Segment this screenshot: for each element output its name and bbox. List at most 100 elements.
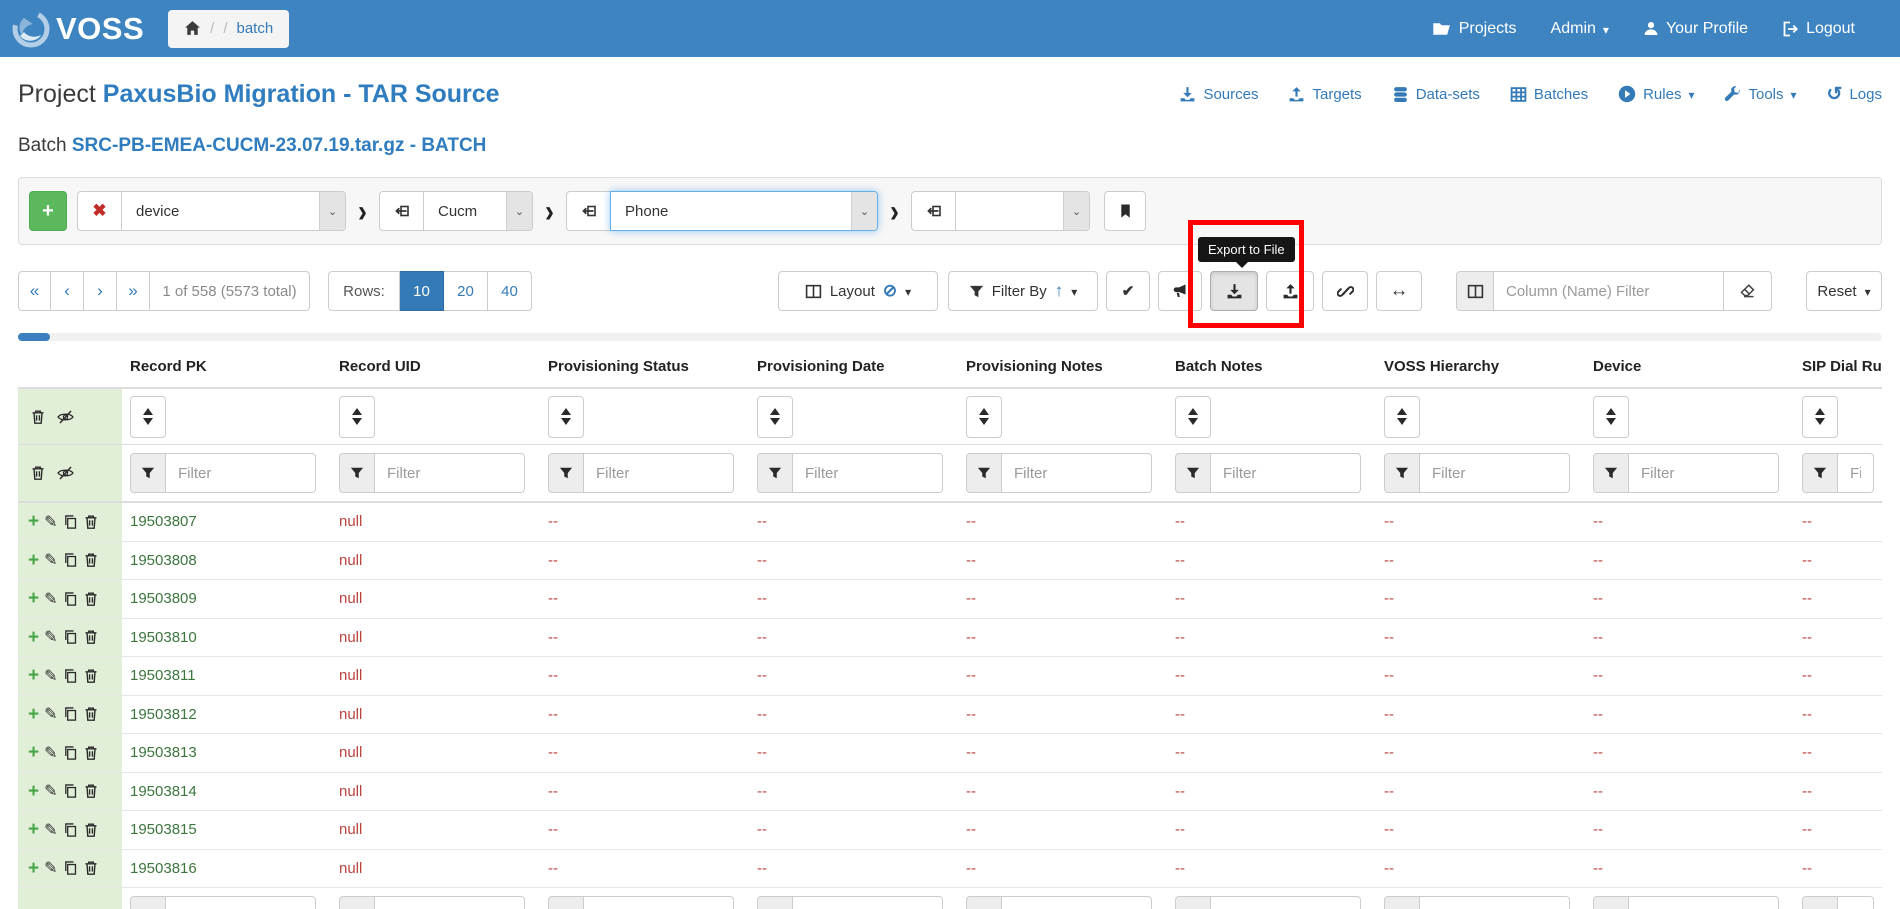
hide-column-icon[interactable] [56,465,75,481]
hide-column-icon[interactable] [56,409,75,425]
funnel-icon[interactable] [339,896,375,909]
delete-column-icon[interactable] [30,409,46,425]
column-header[interactable]: Provisioning Notes [958,358,1167,375]
first-page-button[interactable]: « [18,271,51,311]
nav-admin[interactable]: Admin ▾ [1551,20,1609,38]
add-row-icon[interactable]: + [28,820,39,839]
add-row-icon[interactable]: + [28,743,39,762]
funnel-icon[interactable] [1593,896,1629,909]
sort-column-button[interactable] [548,395,584,438]
sort-column-button[interactable] [1593,395,1629,438]
edit-row-icon[interactable]: ✎ [44,820,57,840]
column-filter-input[interactable] [1838,453,1874,493]
delete-row-icon[interactable] [83,552,99,568]
edit-row-icon[interactable]: ✎ [44,858,57,878]
edit-row-icon[interactable]: ✎ [44,666,57,686]
sort-column-button[interactable] [339,395,375,438]
copy-row-icon[interactable] [63,514,78,530]
funnel-icon[interactable] [1802,896,1838,909]
funnel-icon[interactable] [130,896,166,909]
add-row-icon[interactable]: + [28,666,39,685]
home-icon[interactable] [184,20,201,37]
nav-batches[interactable]: Batches [1510,86,1588,103]
batch-name[interactable]: SRC-PB-EMEA-CUCM-23.07.19.tar.gz - BATCH [72,135,487,156]
column-header[interactable]: Record UID [331,358,540,375]
delete-column-icon[interactable] [30,465,46,481]
nav-projects[interactable]: Projects [1433,20,1517,38]
delete-row-icon[interactable] [83,822,99,838]
resize-columns-button[interactable]: ↔ [1376,271,1422,311]
step-back-button[interactable] [566,191,610,231]
nav-logs[interactable]: ↺ Logs [1827,85,1882,104]
copy-row-icon[interactable] [63,822,78,838]
nav-data-sets[interactable]: Data-sets [1392,86,1480,103]
copy-row-icon[interactable] [63,706,78,722]
rows-10-button[interactable]: 10 [400,271,444,311]
column-filter-input[interactable] [1002,453,1152,493]
filter-by-button[interactable]: Filter By ↑ ▾ [948,271,1098,311]
device-family-select[interactable]: Cucm ⌄ [423,191,533,231]
column-filter-input[interactable] [375,453,525,493]
prev-page-button[interactable]: ‹ [51,271,84,311]
funnel-icon[interactable] [1175,453,1211,493]
step-back-button[interactable] [911,191,955,231]
edit-row-icon[interactable]: ✎ [44,781,57,801]
copy-row-icon[interactable] [63,591,78,607]
delete-row-icon[interactable] [83,706,99,722]
add-filter-button[interactable]: + [29,191,67,231]
edit-row-icon[interactable]: ✎ [44,512,57,532]
model-type-select[interactable]: device ⌄ [121,191,346,231]
funnel-icon[interactable] [130,453,166,493]
nav-logout[interactable]: Logout [1782,20,1855,38]
sort-column-button[interactable] [966,395,1002,438]
add-row-icon[interactable]: + [28,859,39,878]
funnel-icon[interactable] [548,896,584,909]
add-row-icon[interactable]: + [28,628,39,647]
column-filter-input[interactable] [793,896,943,909]
record-pk-cell[interactable]: 19503814 [122,783,331,800]
record-pk-cell[interactable]: 19503815 [122,821,331,838]
delete-row-icon[interactable] [83,591,99,607]
delete-row-icon[interactable] [83,668,99,684]
column-filter-input[interactable] [1629,896,1779,909]
add-row-icon[interactable]: + [28,551,39,570]
column-filter-input[interactable] [166,453,316,493]
column-filter-input[interactable] [584,453,734,493]
funnel-icon[interactable] [548,453,584,493]
column-filter-input[interactable] [1211,896,1361,909]
funnel-icon[interactable] [339,453,375,493]
column-filter-input[interactable] [1420,453,1570,493]
reset-button[interactable]: Reset ▾ [1806,271,1882,311]
column-filter-input[interactable] [1629,453,1779,493]
record-pk-cell[interactable]: 19503812 [122,706,331,723]
add-row-icon[interactable]: + [28,782,39,801]
breadcrumb-current[interactable]: batch [237,20,274,37]
rows-40-button[interactable]: 40 [488,271,532,311]
sort-column-button[interactable] [757,395,793,438]
column-header[interactable]: Provisioning Date [749,358,958,375]
record-pk-cell[interactable]: 19503816 [122,860,331,877]
nav-sources[interactable]: Sources [1179,86,1258,103]
empty-select[interactable]: ⌄ [955,191,1090,231]
last-page-button[interactable]: » [117,271,150,311]
add-row-icon[interactable]: + [28,589,39,608]
add-row-icon[interactable]: + [28,512,39,531]
next-page-button[interactable]: › [84,271,117,311]
funnel-icon[interactable] [1384,896,1420,909]
announce-button[interactable] [1158,271,1202,311]
step-back-button[interactable] [379,191,423,231]
copy-row-icon[interactable] [63,668,78,684]
nav-tools[interactable]: Tools ▾ [1724,86,1797,103]
column-filter-input[interactable] [1494,271,1724,311]
edit-row-icon[interactable]: ✎ [44,550,57,570]
funnel-icon[interactable] [757,896,793,909]
column-header[interactable]: Device [1585,358,1794,375]
clear-column-filter-button[interactable] [1724,271,1772,311]
delete-row-icon[interactable] [83,629,99,645]
copy-row-icon[interactable] [63,552,78,568]
horizontal-scrollbar[interactable] [18,333,1882,341]
column-filter-input[interactable] [1838,896,1874,909]
sort-column-button[interactable] [1802,395,1838,438]
layout-button[interactable]: Layout ⊘ ▾ [778,271,938,311]
link-button[interactable] [1322,271,1368,311]
